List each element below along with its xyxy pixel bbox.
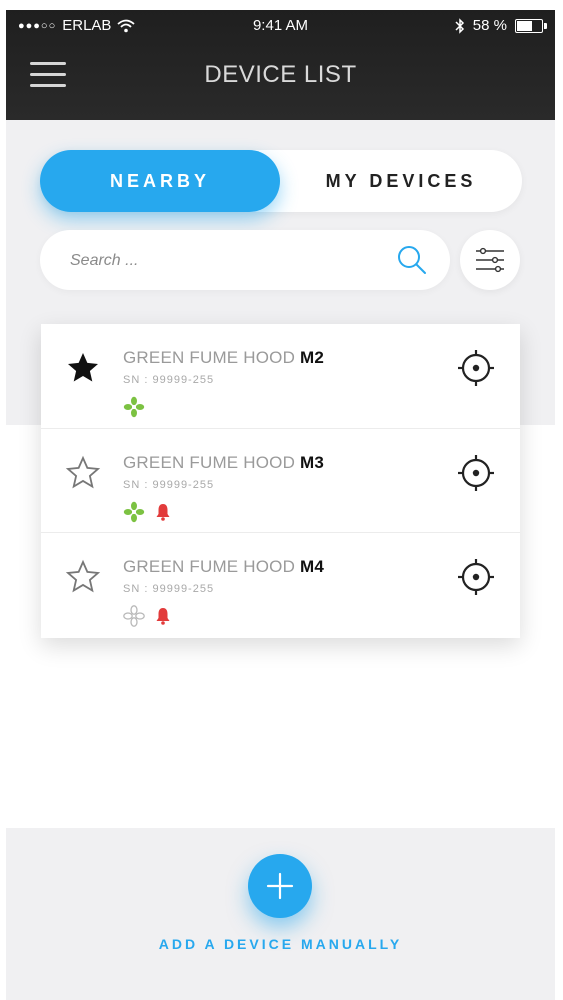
plus-icon	[266, 872, 294, 900]
device-status	[123, 396, 145, 418]
device-name: GREEN FUME HOOD M4	[123, 557, 324, 577]
device-row[interactable]: GREEN FUME HOOD M2 SN : 99999-255	[41, 324, 520, 428]
device-name-text: GREEN FUME HOOD	[123, 453, 296, 472]
locate-icon[interactable]	[456, 557, 496, 597]
device-name-text: GREEN FUME HOOD	[123, 557, 296, 576]
search-icon[interactable]	[396, 244, 428, 276]
sn-value: 99999-255	[152, 374, 215, 386]
device-status	[123, 501, 171, 523]
fan-icon	[123, 396, 145, 418]
phone-screen: ●●●○○ ERLAB 9:41 AM 58 % DEVICE LIST NEA…	[6, 10, 555, 1000]
sn-value: 99999-255	[152, 479, 215, 491]
device-name: GREEN FUME HOOD M3	[123, 453, 324, 473]
top-bar: ●●●○○ ERLAB 9:41 AM 58 % DEVICE LIST	[6, 10, 555, 120]
fan-icon	[123, 501, 145, 523]
device-name: GREEN FUME HOOD M2	[123, 348, 324, 368]
filter-sliders-icon	[476, 247, 504, 273]
search-bar	[40, 230, 450, 290]
sn-label: SN :	[123, 479, 149, 491]
search-input[interactable]	[68, 246, 372, 276]
sn-label: SN :	[123, 583, 149, 595]
star-outline-icon[interactable]	[65, 455, 101, 491]
add-device-button[interactable]	[248, 854, 312, 918]
fan-inactive-icon	[123, 605, 145, 627]
device-model: M2	[300, 348, 325, 367]
alarm-bell-icon	[156, 608, 170, 625]
sn-value: 99999-255	[152, 583, 215, 595]
battery-percent: 58 %	[472, 17, 507, 34]
segmented-tabs: NEARBY MY DEVICES	[40, 150, 522, 212]
filter-button[interactable]	[460, 230, 520, 290]
sn-label: SN :	[123, 374, 149, 386]
add-device-label[interactable]: ADD A DEVICE MANUALLY	[6, 936, 555, 952]
bluetooth-icon	[455, 17, 464, 34]
serial-number: SN : 99999-255	[123, 374, 214, 386]
tab-my-devices[interactable]: MY DEVICES	[280, 150, 522, 212]
nav-bar: DEVICE LIST	[6, 44, 555, 120]
serial-number: SN : 99999-255	[123, 583, 214, 595]
battery-icon	[515, 18, 547, 33]
device-model: M3	[300, 453, 325, 472]
status-right: 58 %	[455, 17, 547, 34]
status-bar: ●●●○○ ERLAB 9:41 AM 58 %	[6, 10, 555, 44]
star-outline-icon[interactable]	[65, 559, 101, 595]
device-name-text: GREEN FUME HOOD	[123, 348, 296, 367]
tab-nearby[interactable]: NEARBY	[40, 150, 280, 212]
locate-icon[interactable]	[456, 348, 496, 388]
locate-icon[interactable]	[456, 453, 496, 493]
device-row[interactable]: GREEN FUME HOOD M4 SN : 99999-255	[41, 532, 520, 637]
device-model: M4	[300, 557, 325, 576]
device-status	[123, 605, 171, 627]
alarm-bell-icon	[156, 504, 170, 521]
page-title: DEVICE LIST	[204, 61, 357, 88]
device-row[interactable]: GREEN FUME HOOD M3 SN : 99999-255	[41, 428, 520, 533]
serial-number: SN : 99999-255	[123, 479, 214, 491]
main-content: NEARBY MY DEVICES Search ... GREEN FUME …	[6, 120, 555, 840]
device-list: GREEN FUME HOOD M2 SN : 99999-255 GREEN …	[41, 324, 520, 638]
star-filled-icon[interactable]	[65, 350, 101, 386]
bottom-bar: ADD A DEVICE MANUALLY	[6, 828, 555, 1000]
